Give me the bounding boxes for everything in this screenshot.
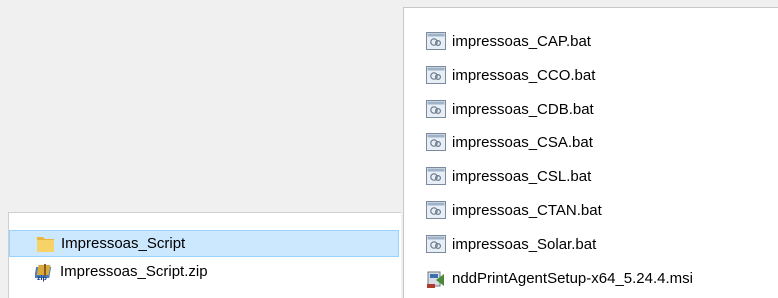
file-item[interactable]: impressoas_CAP.bat xyxy=(426,26,591,56)
file-label: impressoas_CSA.bat xyxy=(452,133,593,151)
file-label: impressoas_CCO.bat xyxy=(452,66,596,84)
file-item[interactable]: impressoas_CSA.bat xyxy=(426,127,593,157)
batch-file-icon xyxy=(426,32,446,50)
list-item-label: Impressoas_Script.zip xyxy=(60,263,208,280)
file-item[interactable]: impressoas_CDB.bat xyxy=(426,94,594,124)
file-label: nddPrintAgentSetup-x64_5.24.4.msi xyxy=(452,269,693,287)
zip-archive-icon: zip xyxy=(35,262,55,282)
list-item-label: Impressoas_Script xyxy=(61,235,186,252)
list-item-folder[interactable]: Impressoas_Script xyxy=(9,230,399,257)
file-item[interactable]: impressoas_CTAN.bat xyxy=(426,195,602,225)
file-item[interactable]: impressoas_CSL.bat xyxy=(426,161,591,191)
file-label: impressoas_Solar.bat xyxy=(452,235,597,253)
folder-icon xyxy=(36,234,56,254)
file-label: impressoas_CSL.bat xyxy=(452,167,592,185)
batch-file-icon xyxy=(426,167,446,185)
batch-file-icon xyxy=(426,133,446,151)
file-label: impressoas_CTAN.bat xyxy=(452,201,602,219)
batch-file-icon xyxy=(426,201,446,219)
file-item[interactable]: nddPrintAgentSetup-x64_5.24.4.msi xyxy=(426,263,693,293)
right-file-list: impressoas_CAP.bat impressoas_CCO.bat im… xyxy=(403,7,778,298)
svg-text:zip: zip xyxy=(37,275,48,282)
batch-file-icon xyxy=(426,100,446,118)
list-item-zip[interactable]: zip Impressoas_Script.zip xyxy=(9,258,399,285)
msi-installer-icon xyxy=(426,269,446,288)
batch-file-icon xyxy=(426,235,446,253)
file-item[interactable]: impressoas_Solar.bat xyxy=(426,229,596,259)
left-file-list: Impressoas_Script zip Impressoas_Script.… xyxy=(8,212,401,298)
batch-file-icon xyxy=(426,66,446,84)
file-item[interactable]: impressoas_CCO.bat xyxy=(426,60,595,90)
file-label: impressoas_CDB.bat xyxy=(452,100,594,118)
file-label: impressoas_CAP.bat xyxy=(452,32,591,50)
